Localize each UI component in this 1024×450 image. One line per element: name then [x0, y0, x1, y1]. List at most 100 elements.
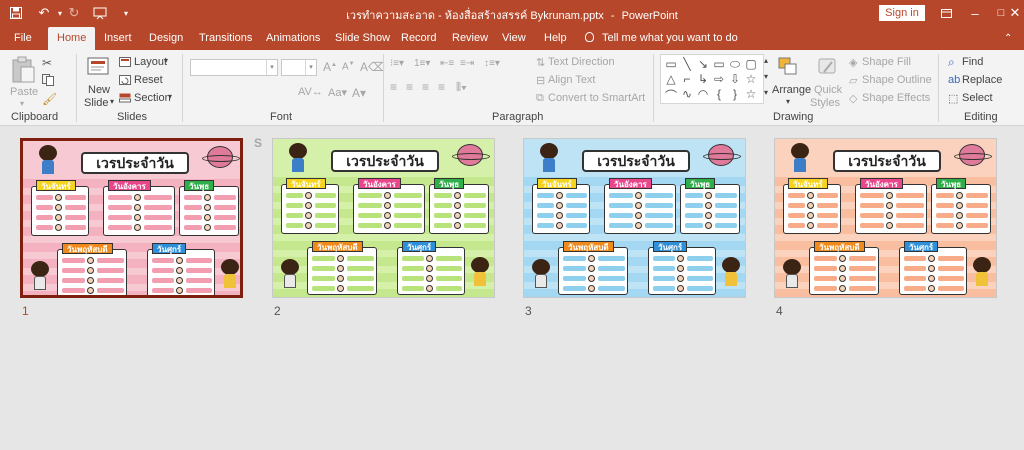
arrange-dropdown-icon[interactable]: ▾ — [786, 97, 790, 106]
quick-styles-button[interactable]: Quick — [814, 84, 842, 96]
numbering-icon[interactable]: 1≡▾ — [414, 58, 430, 69]
shape-outline-button[interactable]: Shape Outline — [862, 74, 932, 86]
tell-me-search[interactable]: Tell me what you want to do — [585, 27, 738, 50]
justify-icon[interactable]: ≡ — [438, 80, 445, 94]
slide-thumbnail[interactable]: เวรประจำวัน วันจันทร์ วันอังคาร วันพุธ วันพฤ… — [523, 138, 746, 298]
new-slide-icon[interactable] — [87, 56, 111, 78]
brace-right-icon[interactable]: } — [727, 87, 743, 101]
close-icon[interactable]: ✕ — [1006, 3, 1024, 23]
bullets-icon[interactable]: ⁝≡▾ — [390, 58, 404, 69]
tab-insert[interactable]: Insert — [104, 27, 132, 50]
brace-left-icon[interactable]: { — [711, 87, 727, 101]
shape-fill-button[interactable]: Shape Fill — [862, 56, 911, 68]
paste-icon[interactable] — [10, 56, 36, 84]
section-button[interactable]: Section — [134, 92, 171, 104]
tab-file[interactable]: File — [14, 27, 32, 50]
tab-record[interactable]: Record — [401, 27, 436, 50]
select-icon[interactable]: ⬚ — [948, 92, 958, 105]
change-case-icon[interactable]: Aa▾ — [328, 86, 347, 99]
paste-label[interactable]: Paste — [10, 86, 38, 98]
align-text-button[interactable]: Align Text — [548, 74, 596, 86]
text-direction-icon[interactable]: ⇅ — [536, 56, 545, 69]
elbow-arrow-icon[interactable]: ↳ — [695, 72, 711, 86]
slide-thumbnail[interactable]: เวรประจำวัน วันจันทร์ วันอังคาร วันพุธ วันพฤ… — [20, 138, 243, 298]
shapes-scroll-down-icon[interactable]: ▾ — [764, 72, 768, 81]
customize-toolbar-icon[interactable]: ▾ — [116, 4, 136, 22]
clear-formatting-icon[interactable]: A⌫ — [360, 60, 385, 74]
character-spacing-icon[interactable]: AV↔ — [298, 86, 323, 98]
section-icon[interactable] — [119, 93, 131, 103]
decrease-font-icon[interactable]: A▼ — [342, 61, 355, 72]
font-color-icon[interactable]: A▾ — [352, 86, 366, 100]
redo-icon[interactable]: ↻ — [64, 4, 84, 22]
text-direction-button[interactable]: Text Direction — [548, 56, 615, 68]
increase-indent-icon[interactable]: ≡⇥ — [460, 58, 474, 69]
rounded-rect-shape-icon[interactable]: ▢ — [743, 57, 759, 71]
reset-icon[interactable] — [119, 75, 131, 85]
font-name-field[interactable]: ▾ — [190, 59, 278, 76]
align-center-icon[interactable]: ≡ — [406, 80, 413, 94]
shape-outline-icon[interactable]: ▱ — [849, 74, 857, 87]
minimize-icon[interactable]: – — [962, 3, 988, 23]
layout-icon[interactable] — [119, 57, 131, 67]
arrange-button[interactable]: Arrange — [772, 84, 811, 96]
arrange-icon[interactable] — [777, 56, 801, 78]
new-slide-label-2[interactable]: Slide — [84, 97, 108, 109]
align-text-icon[interactable]: ⊟ — [536, 74, 545, 87]
increase-font-icon[interactable]: A▲ — [323, 60, 337, 74]
triangle-shape-icon[interactable]: △ — [663, 72, 679, 86]
tab-view[interactable]: View — [502, 27, 526, 50]
tab-review[interactable]: Review — [452, 27, 488, 50]
star-shape-icon[interactable]: ☆ — [743, 72, 759, 86]
tab-help[interactable]: Help — [544, 27, 567, 50]
layout-button[interactable]: Layout — [134, 56, 167, 68]
tab-transitions[interactable]: Transitions — [199, 27, 252, 50]
arrow-shape-icon[interactable]: ↘ — [695, 57, 711, 71]
text-box-shape-icon[interactable]: ▭ — [663, 57, 679, 71]
align-left-icon[interactable]: ≡ — [390, 80, 397, 94]
decrease-indent-icon[interactable]: ⇤≡ — [440, 58, 454, 69]
cut-icon[interactable]: ✂ — [42, 56, 52, 70]
new-slide-dropdown-icon[interactable]: ▾ — [110, 97, 114, 106]
shape-effects-button[interactable]: Shape Effects — [862, 92, 930, 104]
shapes-scroll-up-icon[interactable]: ▴ — [764, 56, 768, 65]
freeform-shape-icon[interactable]: ∿ — [679, 87, 695, 101]
tab-home[interactable]: Home — [48, 27, 96, 50]
arc-shape-icon[interactable]: ◠ — [695, 87, 711, 101]
tab-slide-show[interactable]: Slide Show — [335, 27, 390, 50]
replace-button[interactable]: Replace — [962, 74, 1002, 86]
shape-fill-icon[interactable]: ◈ — [849, 56, 857, 69]
smartart-icon[interactable]: ⧉ — [536, 92, 544, 105]
elbow-connector-icon[interactable]: ⌐ — [679, 72, 695, 86]
more-shapes-icon[interactable]: ☆ — [743, 87, 759, 101]
oval-shape-icon[interactable]: ⬭ — [727, 57, 743, 72]
ribbon-display-options-icon[interactable] — [933, 3, 959, 23]
replace-icon[interactable]: ab — [948, 74, 960, 86]
save-icon[interactable] — [6, 4, 26, 22]
line-spacing-icon[interactable]: ↕≡▾ — [484, 58, 500, 69]
select-button[interactable]: Select — [962, 92, 993, 104]
tab-animations[interactable]: Animations — [266, 27, 320, 50]
shapes-more-icon[interactable]: ▾ — [764, 88, 768, 97]
find-button[interactable]: Find — [962, 56, 983, 68]
reset-button[interactable]: Reset — [134, 74, 163, 86]
columns-icon[interactable]: ⫴▾ — [456, 80, 467, 95]
align-right-icon[interactable]: ≡ — [422, 80, 429, 94]
convert-smartart-button[interactable]: Convert to SmartArt — [548, 92, 645, 104]
slide-thumbnail[interactable]: เวรประจำวัน วันจันทร์ วันอังคาร วันพุธ วันพฤ… — [272, 138, 495, 298]
paste-dropdown-icon[interactable]: ▾ — [20, 99, 24, 108]
quick-styles-icon[interactable] — [816, 56, 840, 78]
right-arrow-shape-icon[interactable]: ⇨ — [711, 72, 727, 86]
copy-icon[interactable] — [42, 74, 54, 86]
down-arrow-shape-icon[interactable]: ⇩ — [727, 72, 743, 86]
start-slideshow-icon[interactable] — [90, 4, 110, 22]
format-painter-icon[interactable]: 🖌 — [42, 92, 57, 106]
line-shape-icon[interactable]: ╲ — [679, 57, 695, 71]
shapes-gallery[interactable]: ▭ ╲ ↘ ▭ ⬭ ▢ △ ⌐ ↳ ⇨ ⇩ ☆ ⌒ ∿ ◠ { } ☆ — [660, 54, 764, 104]
font-size-field[interactable]: ▾ — [281, 59, 317, 76]
curve-shape-icon[interactable]: ⌒ — [663, 87, 679, 104]
quick-styles-button-2[interactable]: Styles — [810, 97, 840, 109]
sign-in-button[interactable]: Sign in — [879, 5, 925, 21]
slide-thumbnail[interactable]: เวรประจำวัน วันจันทร์ วันอังคาร วันพุธ วันพฤ… — [774, 138, 997, 298]
font-name-dropdown-icon[interactable]: ▾ — [266, 60, 277, 75]
